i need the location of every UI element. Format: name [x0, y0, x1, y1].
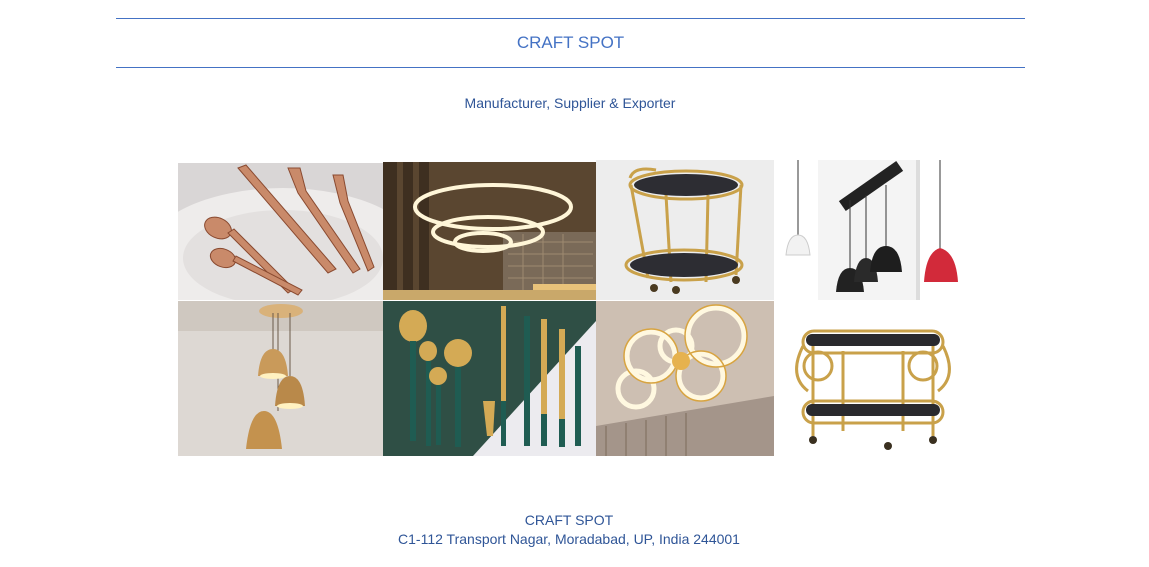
- ring-ceiling-light-photo: [596, 301, 774, 456]
- top-rule: [116, 18, 1025, 19]
- gold-green-cutlery-photo: [383, 301, 596, 456]
- gold-bar-cart-photo: [596, 160, 774, 300]
- pendant-lamps-photo: [778, 160, 963, 300]
- footer-company-name: CRAFT SPOT: [524, 512, 614, 528]
- tagline: Manufacturer, Supplier & Exporter: [464, 95, 676, 111]
- wooden-pendant-lamps-photo: [178, 301, 383, 456]
- oval-gold-trolley-photo: [778, 316, 963, 456]
- footer-address: C1-112 Transport Nagar, Moradabad, UP, I…: [398, 531, 740, 547]
- ring-chandelier-photo: [383, 162, 596, 300]
- bottom-rule: [116, 67, 1025, 68]
- rose-gold-cutlery-photo: [178, 163, 383, 300]
- page-title: CRAFT SPOT: [516, 33, 625, 52]
